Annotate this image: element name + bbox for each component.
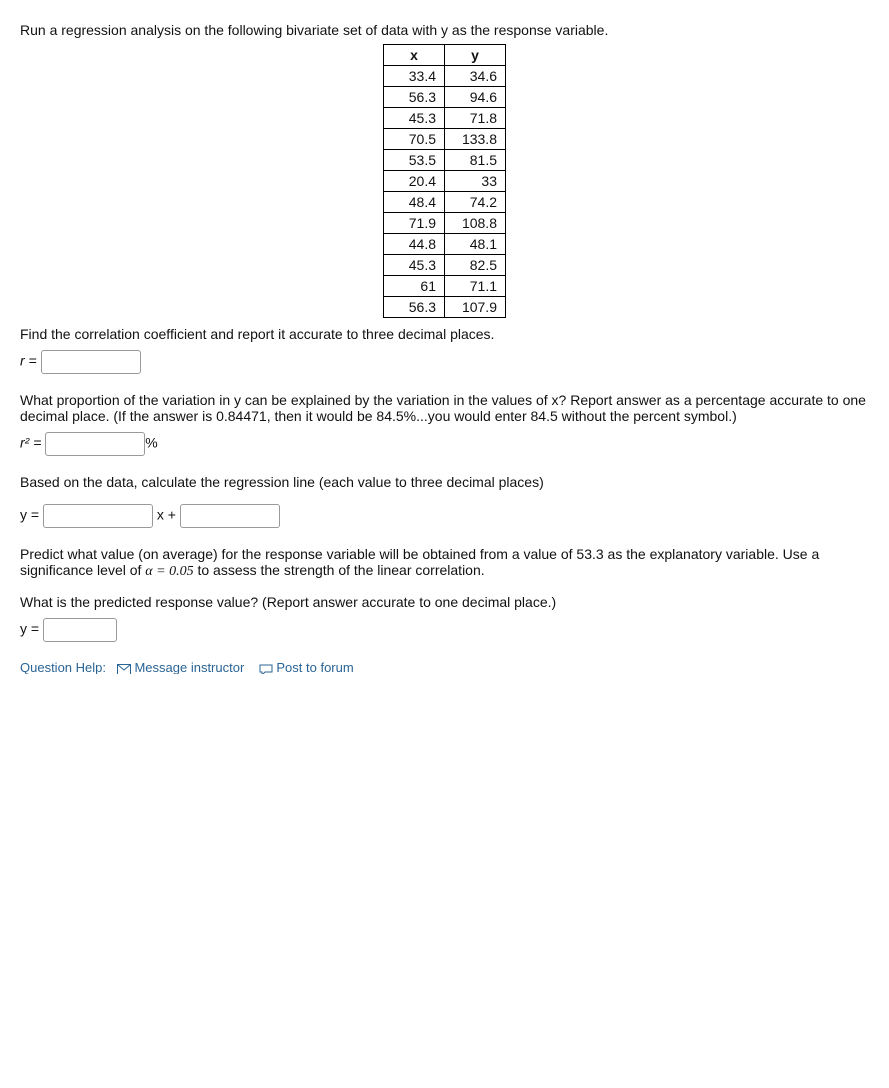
cell-y: 108.8 [445, 213, 506, 234]
table-row: 44.848.1 [384, 234, 506, 255]
question-help-label: Question Help: [20, 660, 106, 674]
question-regression-line: Based on the data, calculate the regress… [20, 474, 869, 490]
table-row: 53.581.5 [384, 150, 506, 171]
input-r2[interactable] [45, 432, 145, 456]
cell-y: 82.5 [445, 255, 506, 276]
table-row: 6171.1 [384, 276, 506, 297]
cell-x: 61 [384, 276, 445, 297]
question-r-squared: What proportion of the variation in y ca… [20, 392, 869, 424]
table-row: 20.433 [384, 171, 506, 192]
cell-y: 33 [445, 171, 506, 192]
cell-x: 53.5 [384, 150, 445, 171]
question-predict: Predict what value (on average) for the … [20, 546, 869, 580]
table-row: 56.3107.9 [384, 297, 506, 318]
cell-y: 74.2 [445, 192, 506, 213]
cell-y: 81.5 [445, 150, 506, 171]
label-r2: r² = [20, 435, 41, 451]
predict-text-b: to assess the strength of the linear cor… [194, 562, 485, 578]
table-row: 56.394.6 [384, 87, 506, 108]
question-correlation: Find the correlation coefficient and rep… [20, 326, 869, 342]
percent-symbol: % [145, 435, 157, 451]
input-intercept[interactable] [180, 504, 280, 528]
table-row: 70.5133.8 [384, 129, 506, 150]
cell-y: 133.8 [445, 129, 506, 150]
cell-x: 56.3 [384, 87, 445, 108]
cell-x: 33.4 [384, 66, 445, 87]
cell-y: 48.1 [445, 234, 506, 255]
chat-icon [259, 661, 273, 674]
cell-y: 94.6 [445, 87, 506, 108]
label-x-plus: x + [157, 507, 176, 523]
label-r: r = [20, 353, 37, 369]
cell-y: 71.8 [445, 108, 506, 129]
input-y-pred[interactable] [43, 618, 117, 642]
question-predicted-value: What is the predicted response value? (R… [20, 594, 869, 610]
label-y: y = [20, 507, 39, 523]
cell-x: 48.4 [384, 192, 445, 213]
cell-x: 20.4 [384, 171, 445, 192]
cell-y: 107.9 [445, 297, 506, 318]
cell-y: 71.1 [445, 276, 506, 297]
message-instructor-link[interactable]: Message instructor [134, 660, 244, 674]
cell-x: 44.8 [384, 234, 445, 255]
cell-x: 45.3 [384, 255, 445, 276]
col-header-y: y [445, 45, 506, 66]
xy-data-table: x y 33.434.656.394.645.371.870.5133.853.… [383, 44, 506, 318]
input-slope[interactable] [43, 504, 153, 528]
post-forum-link[interactable]: Post to forum [276, 660, 353, 674]
input-r[interactable] [41, 350, 141, 374]
table-row: 33.434.6 [384, 66, 506, 87]
question-help-footer: Question Help: Message instructor Post t… [20, 660, 869, 674]
alpha-expression: α = 0.05 [145, 564, 193, 579]
mail-icon [117, 661, 131, 674]
col-header-x: x [384, 45, 445, 66]
table-row: 45.371.8 [384, 108, 506, 129]
cell-x: 45.3 [384, 108, 445, 129]
label-y-pred: y = [20, 621, 39, 637]
cell-x: 70.5 [384, 129, 445, 150]
table-row: 45.382.5 [384, 255, 506, 276]
table-row: 71.9108.8 [384, 213, 506, 234]
cell-x: 71.9 [384, 213, 445, 234]
cell-y: 34.6 [445, 66, 506, 87]
intro-text: Run a regression analysis on the followi… [20, 22, 869, 38]
cell-x: 56.3 [384, 297, 445, 318]
table-row: 48.474.2 [384, 192, 506, 213]
